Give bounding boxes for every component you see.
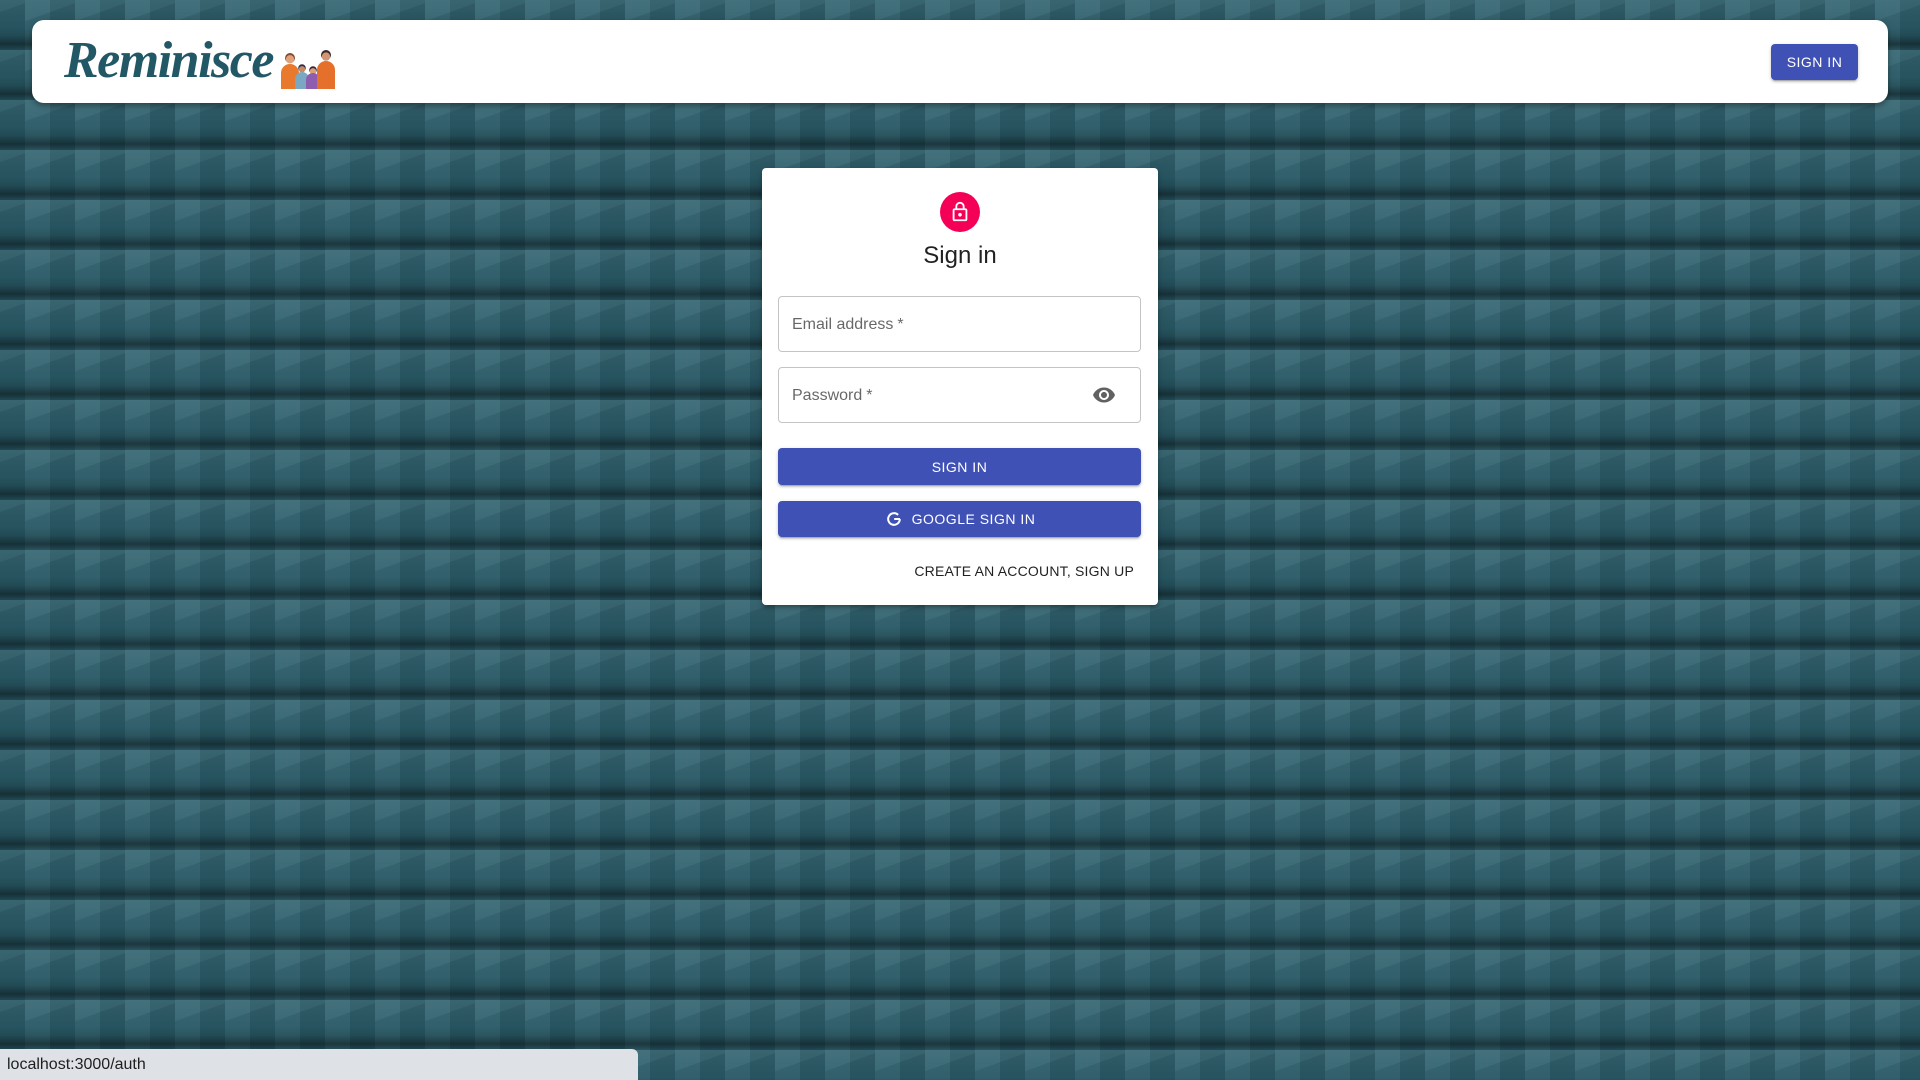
show-password-toggle[interactable] bbox=[1092, 383, 1116, 407]
sign-in-submit-button[interactable]: SIGN IN bbox=[778, 448, 1141, 485]
header-sign-in-button[interactable]: SIGN IN bbox=[1771, 44, 1858, 80]
sign-in-card: Sign in Email address * Password * SIGN IN… bbox=[762, 168, 1158, 605]
form-title: Sign in bbox=[923, 242, 997, 269]
app-bar: Reminisce SIGN IN bbox=[32, 20, 1888, 103]
email-field: Email address * bbox=[778, 296, 1141, 352]
browser-status-bar: localhost:3000/auth bbox=[0, 1049, 638, 1080]
google-sign-in-button[interactable]: GOOGLE SIGN IN bbox=[778, 501, 1141, 537]
google-sign-in-label: GOOGLE SIGN IN bbox=[911, 511, 1036, 527]
lock-avatar bbox=[940, 192, 980, 232]
email-input[interactable] bbox=[779, 297, 1140, 351]
family-illustration-icon bbox=[277, 47, 339, 89]
eye-icon bbox=[1093, 387, 1115, 403]
password-input[interactable] bbox=[779, 368, 1140, 422]
status-bar-url: localhost:3000/auth bbox=[7, 1056, 146, 1073]
app-logo-text: Reminisce bbox=[64, 32, 274, 89]
create-account-link[interactable]: CREATE AN ACCOUNT, SIGN UP bbox=[910, 559, 1138, 583]
google-g-icon bbox=[886, 512, 901, 526]
brand-home-link[interactable]: Reminisce bbox=[32, 20, 362, 103]
password-field: Password * bbox=[778, 367, 1141, 423]
lock-icon bbox=[952, 201, 968, 222]
